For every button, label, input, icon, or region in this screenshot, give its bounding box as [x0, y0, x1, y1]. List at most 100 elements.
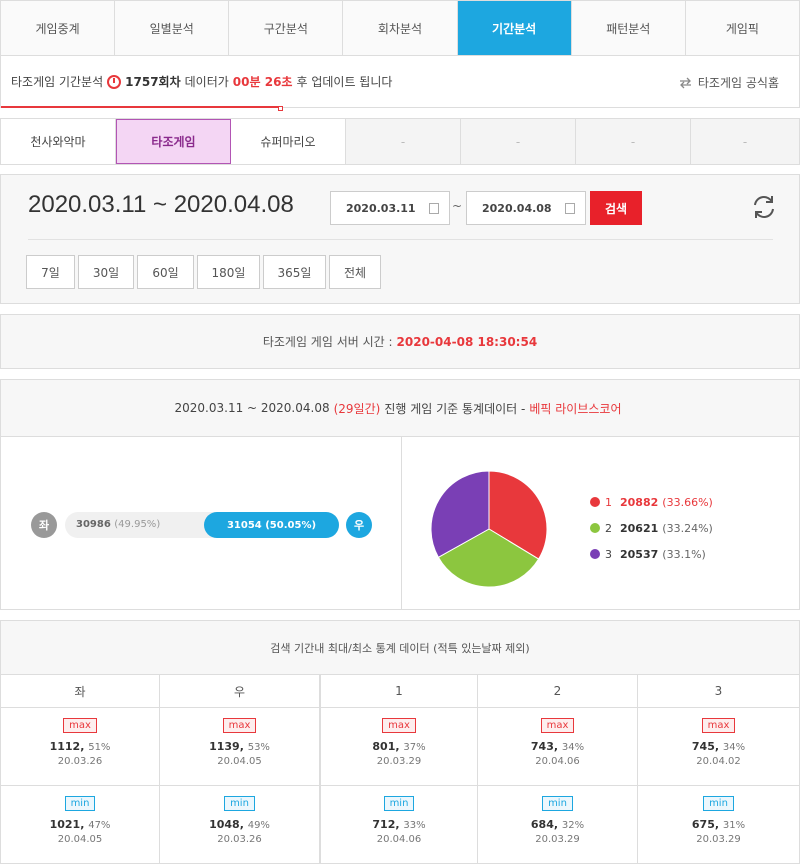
calendar-icon	[565, 203, 575, 214]
table-cell: min 712, 33% 20.04.06	[321, 786, 478, 864]
refresh-icon[interactable]	[750, 193, 778, 221]
cell-date: 20.04.06	[376, 834, 422, 845]
cell-value-line: 801, 37%	[372, 740, 426, 753]
min-badge: min	[224, 796, 255, 811]
start-date-input[interactable]: 2020.03.11	[330, 191, 450, 225]
cell-pct: 32%	[561, 820, 585, 831]
cell-pct: 51%	[88, 742, 111, 753]
table-cell: max 801, 37% 20.03.29	[321, 708, 478, 786]
date-range-title: 2020.03.11 ~ 2020.04.08	[28, 191, 294, 218]
update-info-bar: 타조게임 기간분석 1757회차 데이터가 00분 26초 후 업데이트 됩니다…	[0, 56, 800, 111]
left-value: 30986	[76, 519, 111, 530]
divider	[401, 437, 402, 609]
right-value-bar: 31054 (50.05%)	[204, 512, 339, 538]
info-mid: 데이터가	[184, 75, 229, 89]
tab-round-analysis[interactable]: 회차분석	[343, 1, 458, 55]
table-header: 3	[638, 675, 799, 708]
cell-value: 712	[372, 818, 396, 831]
stats-body: 좌 30986 (49.95%) 31054 (50.05%) 우 1 2088…	[1, 437, 799, 609]
legend-item-1: 1 20882 (33.66%)	[590, 489, 713, 515]
cell-value-line: 1048, 49%	[209, 818, 270, 831]
end-date-input[interactable]: 2020.04.08	[466, 191, 586, 225]
range-7-days-button[interactable]: 7일	[26, 255, 75, 289]
cell-value-line: 712, 33%	[372, 818, 426, 831]
legend-item-2: 2 20621 (33.24%)	[590, 515, 713, 541]
cell-value: 1112	[49, 740, 81, 753]
progress-marker	[278, 106, 283, 111]
table-cell: max 1112, 51% 20.03.26	[1, 708, 160, 786]
tab-period-analysis[interactable]: 기간분석	[457, 1, 572, 55]
game-tab-super-mario[interactable]: 슈퍼마리오	[231, 119, 346, 164]
official-home-link[interactable]: 타조게임 공식홈	[679, 74, 779, 91]
pie-legend: 1 20882 (33.66%) 2 20621 (33.24%) 3 2053…	[590, 489, 713, 567]
cell-date: 20.03.29	[696, 834, 741, 845]
cell-date: 20.03.29	[376, 756, 422, 767]
stats-panel: 2020.03.11 ~ 2020.04.08 (29일간) 진행 게임 기준 …	[0, 379, 800, 610]
cell-pct: 47%	[88, 820, 111, 831]
date-panel: 2020.03.11 ~ 2020.04.08 2020.03.11 ~ 202…	[0, 174, 800, 304]
update-progress-bar	[1, 106, 281, 108]
server-time-label: 타조게임 게임 서버 시간 :	[262, 335, 393, 349]
tab-game-broadcast[interactable]: 게임중계	[1, 1, 116, 55]
left-value-label: 30986 (49.95%)	[76, 519, 160, 530]
min-badge: min	[542, 796, 573, 811]
left-pct: (49.95%)	[114, 519, 161, 530]
search-button[interactable]: 검색	[590, 191, 642, 225]
right-badge: 우	[346, 512, 372, 538]
left-badge: 좌	[31, 512, 57, 538]
table-cell: min 1048, 49% 20.03.26	[160, 786, 321, 864]
legend-dot-red	[590, 497, 600, 507]
max-badge: max	[63, 718, 97, 733]
game-tab-ostrich[interactable]: 타조게임	[116, 119, 231, 164]
tab-game-pick[interactable]: 게임픽	[686, 1, 799, 55]
cell-value: 1021	[49, 818, 81, 831]
info-prefix: 타조게임 기간분석	[11, 75, 104, 89]
cell-value: 801	[372, 740, 396, 753]
cell-pct: 31%	[722, 820, 746, 831]
cell-value: 743	[530, 740, 554, 753]
stats-days: (29일간)	[333, 401, 381, 416]
cell-value: 745	[691, 740, 715, 753]
cell-value: 1048	[209, 818, 240, 831]
legend-value: 20621	[620, 521, 659, 535]
official-home-label: 타조게임 공식홈	[697, 76, 779, 90]
range-365-days-button[interactable]: 365일	[263, 255, 326, 289]
stats-header: 2020.03.11 ~ 2020.04.08 (29일간) 진행 게임 기준 …	[1, 380, 799, 437]
range-all-button[interactable]: 전체	[329, 255, 381, 289]
range-180-days-button[interactable]: 180일	[197, 255, 260, 289]
game-tab-empty-4: -	[691, 119, 799, 164]
tab-section-analysis[interactable]: 구간분석	[229, 1, 344, 55]
table-header: 좌	[1, 675, 160, 708]
legend-value: 20882	[620, 495, 659, 509]
range-30-days-button[interactable]: 30일	[78, 255, 134, 289]
cell-value-line: 1139, 53%	[209, 740, 270, 753]
cell-date: 20.03.26	[57, 756, 103, 767]
calendar-icon	[429, 203, 439, 214]
top-nav: 게임중계 일별분석 구간분석 회차분석 기간분석 패턴분석 게임픽	[0, 0, 800, 56]
legend-value: 20537	[620, 547, 659, 561]
cell-date: 20.04.06	[535, 756, 580, 767]
cell-pct: 53%	[247, 742, 270, 753]
max-badge: max	[222, 718, 257, 733]
table-cell: max 1139, 53% 20.04.05	[160, 708, 321, 786]
min-badge: min	[383, 796, 415, 811]
cell-value-line: 1112, 51%	[49, 740, 111, 753]
legend-dot-purple	[590, 549, 600, 559]
cell-date: 20.03.29	[535, 834, 580, 845]
cell-value-line: 745, 34%	[691, 740, 746, 753]
legend-dot-green	[590, 523, 600, 533]
tab-daily-analysis[interactable]: 일별분석	[115, 1, 230, 55]
round-number: 1757회차	[125, 75, 181, 89]
tab-pattern-analysis[interactable]: 패턴분석	[572, 1, 686, 55]
game-tab-angel-devil[interactable]: 천사와악마	[1, 119, 116, 164]
table-cell: min 1021, 47% 20.04.05	[1, 786, 160, 864]
cell-value-line: 1021, 47%	[49, 818, 111, 831]
cell-date: 20.04.02	[696, 756, 741, 767]
minmax-title: 검색 기간내 최대/최소 통계 데이터 (적특 있는날짜 제외)	[1, 621, 799, 675]
legend-pct: (33.24%)	[662, 521, 713, 535]
left-right-bar-track: 30986 (49.95%) 31054 (50.05%)	[65, 512, 339, 538]
legend-item-3: 3 20537 (33.1%)	[590, 541, 713, 567]
game-tab-empty-2: -	[461, 119, 576, 164]
stats-description: 진행 게임 기준 통계데이터 -	[384, 401, 526, 416]
range-60-days-button[interactable]: 60일	[137, 255, 194, 289]
